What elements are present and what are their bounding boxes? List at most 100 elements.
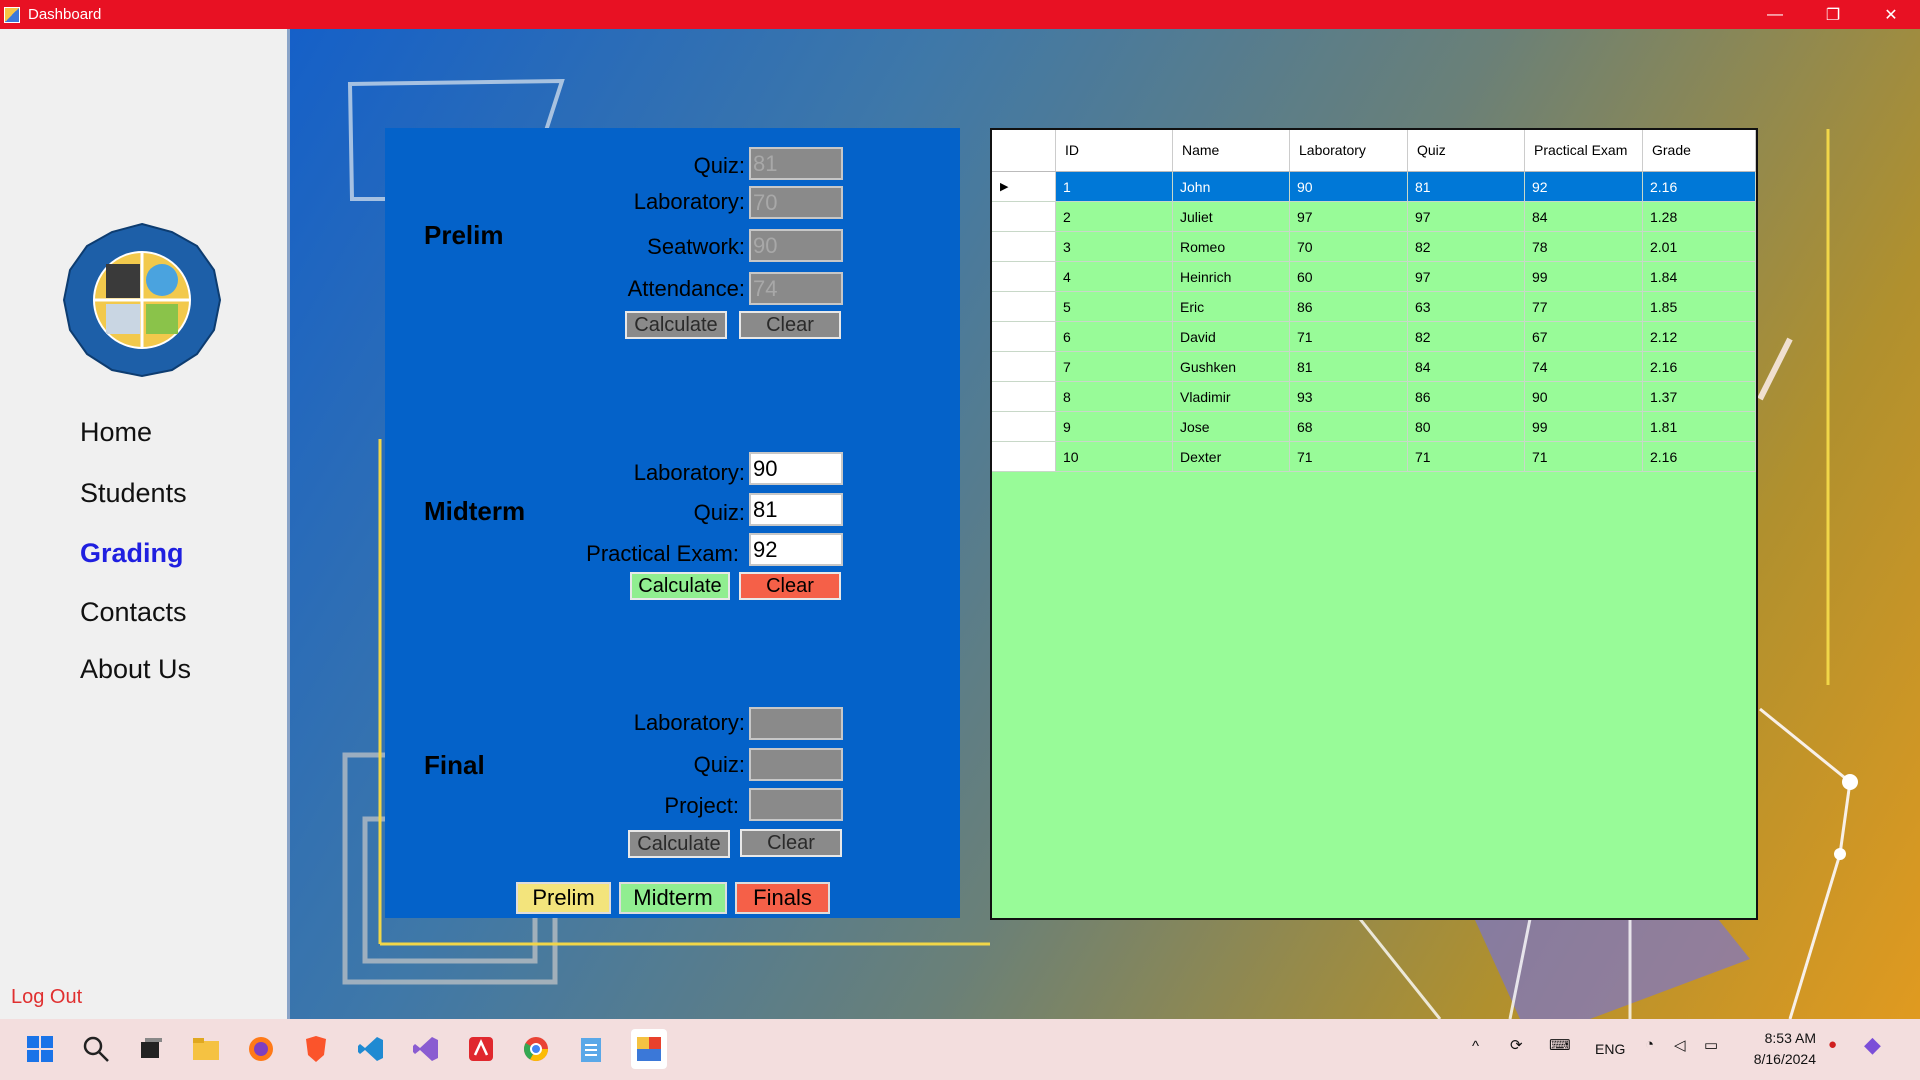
final-calculate-button[interactable]: Calculate [628, 830, 730, 858]
final-quiz-field[interactable] [749, 748, 843, 781]
table-row[interactable]: 7 Gushken 81 84 74 2.16 [992, 352, 1756, 382]
column-header-name[interactable]: Name [1173, 130, 1290, 171]
table-cell[interactable]: 71 [1290, 442, 1408, 471]
tab-finals[interactable]: Finals [735, 882, 830, 914]
row-header-cell[interactable] [992, 412, 1056, 441]
row-header-cell[interactable] [992, 442, 1056, 471]
maximize-button[interactable]: ❐ [1804, 0, 1862, 29]
file-explorer-icon[interactable] [191, 1034, 221, 1064]
table-row[interactable]: 6 David 71 82 67 2.12 [992, 322, 1756, 352]
midterm-quiz-field[interactable]: 81 [749, 493, 843, 526]
table-cell[interactable]: 77 [1525, 292, 1643, 321]
row-selector-arrow-icon[interactable]: ▶ [992, 172, 1056, 201]
tab-prelim[interactable]: Prelim [516, 882, 611, 914]
keyboard-icon[interactable]: ⌨ [1549, 1036, 1571, 1054]
volume-icon[interactable]: ◁ [1674, 1036, 1686, 1054]
table-cell[interactable]: 67 [1525, 322, 1643, 351]
table-cell[interactable]: 71 [1290, 322, 1408, 351]
table-cell[interactable]: 97 [1408, 262, 1525, 291]
table-cell[interactable]: 86 [1408, 382, 1525, 411]
prelim-quiz-field[interactable]: 81 [749, 147, 843, 180]
table-cell[interactable]: 99 [1525, 412, 1643, 441]
sidebar-item-students[interactable]: Students [80, 478, 187, 509]
table-cell[interactable]: 63 [1408, 292, 1525, 321]
column-header-laboratory[interactable]: Laboratory [1290, 130, 1408, 171]
table-cell[interactable]: 1.85 [1643, 292, 1756, 321]
table-row[interactable]: 4 Heinrich 60 97 99 1.84 [992, 262, 1756, 292]
table-cell[interactable]: 1.84 [1643, 262, 1756, 291]
table-cell[interactable]: 80 [1408, 412, 1525, 441]
final-clear-button[interactable]: Clear [740, 829, 842, 857]
table-cell[interactable]: 68 [1290, 412, 1408, 441]
table-cell[interactable]: 92 [1525, 172, 1643, 201]
table-cell[interactable]: 8 [1056, 382, 1173, 411]
sidebar-item-grading[interactable]: Grading [80, 538, 184, 569]
table-cell[interactable]: 90 [1525, 382, 1643, 411]
table-cell[interactable]: 1.37 [1643, 382, 1756, 411]
table-row[interactable]: 8 Vladimir 93 86 90 1.37 [992, 382, 1756, 412]
table-cell[interactable]: 1 [1056, 172, 1173, 201]
table-row[interactable]: 9 Jose 68 80 99 1.81 [992, 412, 1756, 442]
table-cell[interactable]: 2.16 [1643, 442, 1756, 471]
table-cell[interactable]: Vladimir [1173, 382, 1290, 411]
row-header-cell[interactable] [992, 292, 1056, 321]
row-header-cell[interactable] [992, 382, 1056, 411]
pdf-app-icon[interactable] [466, 1034, 496, 1064]
table-cell[interactable]: 2.16 [1643, 172, 1756, 201]
table-cell[interactable]: 1.28 [1643, 202, 1756, 231]
minimize-button[interactable]: — [1746, 0, 1804, 29]
task-view-icon[interactable] [136, 1034, 166, 1064]
table-cell[interactable]: 5 [1056, 292, 1173, 321]
prelim-clear-button[interactable]: Clear [739, 311, 841, 339]
table-cell[interactable]: Heinrich [1173, 262, 1290, 291]
table-cell[interactable]: 1.81 [1643, 412, 1756, 441]
table-row[interactable]: ▶ 1 John 90 81 92 2.16 [992, 172, 1756, 202]
midterm-practical-exam-field[interactable]: 92 [749, 533, 843, 566]
tab-midterm[interactable]: Midterm [619, 882, 727, 914]
table-cell[interactable]: 6 [1056, 322, 1173, 351]
table-cell[interactable]: 3 [1056, 232, 1173, 261]
final-project-field[interactable] [749, 788, 843, 821]
table-cell[interactable]: 97 [1290, 202, 1408, 231]
table-cell[interactable]: 86 [1290, 292, 1408, 321]
table-cell[interactable]: 82 [1408, 322, 1525, 351]
wifi-icon[interactable]: ◔ [1645, 1036, 1654, 1053]
table-cell[interactable]: Gushken [1173, 352, 1290, 381]
table-cell[interactable]: 84 [1525, 202, 1643, 231]
row-header-cell[interactable] [992, 202, 1056, 231]
sidebar-item-about-us[interactable]: About Us [80, 654, 191, 685]
visual-studio-icon[interactable] [411, 1034, 441, 1064]
column-header-id[interactable]: ID [1056, 130, 1173, 171]
table-cell[interactable]: 81 [1408, 172, 1525, 201]
table-cell[interactable]: 2.12 [1643, 322, 1756, 351]
table-row[interactable]: 3 Romeo 70 82 78 2.01 [992, 232, 1756, 262]
search-icon[interactable] [81, 1034, 111, 1064]
table-cell[interactable]: John [1173, 172, 1290, 201]
sync-icon[interactable]: ⟳ [1510, 1036, 1523, 1054]
table-cell[interactable]: 2 [1056, 202, 1173, 231]
row-header-cell[interactable] [992, 322, 1056, 351]
row-header-cell[interactable] [992, 232, 1056, 261]
table-cell[interactable]: 2.16 [1643, 352, 1756, 381]
dashboard-app-icon[interactable] [631, 1029, 667, 1069]
prelim-lab-field[interactable]: 70 [749, 186, 843, 219]
column-header-practical-exam[interactable]: Practical Exam [1525, 130, 1643, 171]
prelim-attendance-field[interactable]: 74 [749, 272, 843, 305]
table-cell[interactable]: Juliet [1173, 202, 1290, 231]
brave-icon[interactable] [301, 1034, 331, 1064]
prelim-seatwork-field[interactable]: 90 [749, 229, 843, 262]
sidebar-item-home[interactable]: Home [80, 417, 152, 448]
table-cell[interactable]: 93 [1290, 382, 1408, 411]
table-cell[interactable]: David [1173, 322, 1290, 351]
table-cell[interactable]: 10 [1056, 442, 1173, 471]
table-cell[interactable]: 9 [1056, 412, 1173, 441]
table-cell[interactable]: Romeo [1173, 232, 1290, 261]
row-header-cell[interactable] [992, 262, 1056, 291]
prelim-calculate-button[interactable]: Calculate [625, 311, 727, 339]
clock-time[interactable]: 8:53 AM [1740, 1030, 1816, 1046]
chrome-icon[interactable] [521, 1034, 551, 1064]
table-cell[interactable]: 81 [1290, 352, 1408, 381]
notification-bell-icon[interactable]: ● [1828, 1036, 1837, 1053]
notepad-icon[interactable] [576, 1034, 606, 1064]
table-cell[interactable]: 74 [1525, 352, 1643, 381]
